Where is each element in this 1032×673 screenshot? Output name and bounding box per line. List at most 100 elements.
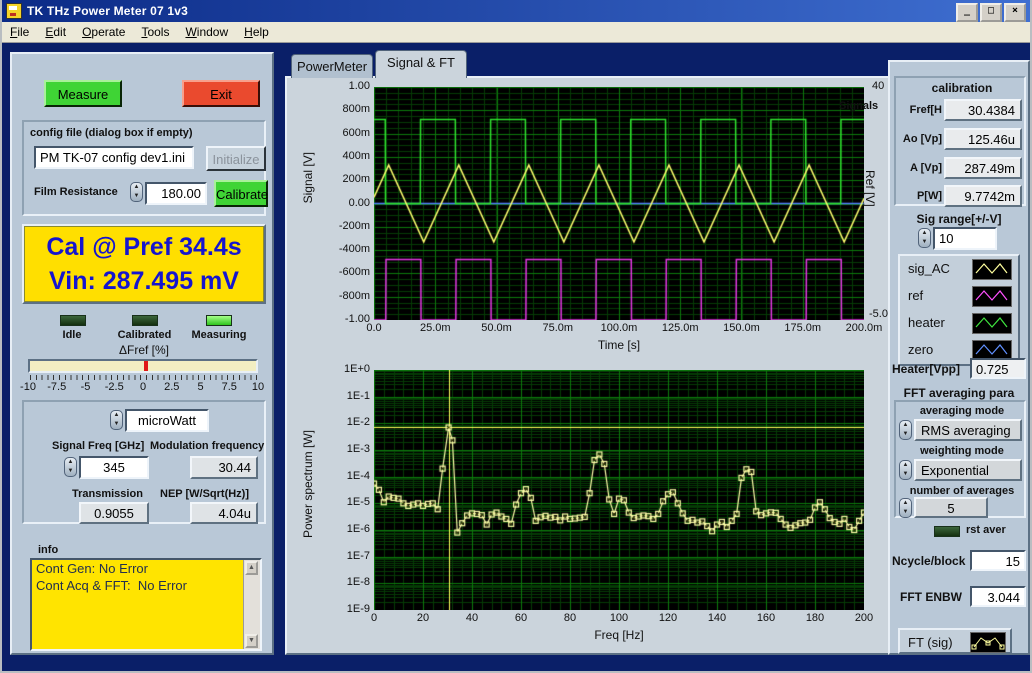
maximize-button[interactable]: □: [980, 3, 1002, 22]
config-file-input[interactable]: PM TK-07 config dev1.ini: [34, 146, 194, 169]
y-tick-label: -200m: [317, 220, 370, 232]
legend-item-label: sig_AC: [908, 261, 950, 276]
x-tick-label: 100.0m: [589, 322, 649, 334]
scroll-up-icon[interactable]: ▲: [245, 561, 258, 575]
menu-item-edit[interactable]: Edit: [37, 23, 74, 41]
sig-range-stepper[interactable]: ▲▼: [918, 228, 931, 248]
menu-item-operate[interactable]: Operate: [74, 23, 133, 41]
y-tick-label: -600m: [317, 266, 370, 278]
a-label: A [Vp]: [898, 162, 942, 174]
initialize-button[interactable]: Initialize: [206, 146, 266, 171]
ncycle-field[interactable]: 15: [970, 550, 1026, 571]
fft-enbw-label: FFT ENBW: [900, 590, 962, 604]
sig-range-field[interactable]: 10: [933, 227, 997, 250]
y-tick-label: 1E-2: [317, 416, 370, 428]
app-icon: [6, 3, 22, 19]
rst-aver-led-button[interactable]: [934, 526, 960, 537]
menu-bar: FileEditOperateToolsWindowHelp: [2, 22, 1030, 43]
spectrum-x-axis-label: Freq [Hz]: [374, 628, 864, 642]
info-textarea[interactable]: Cont Gen: No ErrorCont Acq & FFT: No Err…: [30, 558, 262, 651]
legend-item-heater[interactable]: heater: [900, 310, 1018, 337]
window-title: TK THz Power Meter 07 1v3: [27, 4, 188, 18]
a-value: 287.49m: [944, 157, 1022, 179]
y-tick-label: 1.00: [317, 80, 370, 92]
ft-sig-legend[interactable]: FT (sig): [898, 628, 1012, 654]
film-resistance-field[interactable]: 180.00: [145, 182, 207, 205]
y-tick-label: 1E+0: [317, 363, 370, 375]
y-tick-label: 1E-8: [317, 576, 370, 588]
menu-item-help[interactable]: Help: [236, 23, 277, 41]
signals-title: Signals: [839, 100, 878, 112]
x-tick-label: 75.0m: [528, 322, 588, 334]
x-tick-label: 125.0m: [650, 322, 710, 334]
fref-value: 30.4384: [944, 99, 1022, 121]
menu-item-tools[interactable]: Tools: [133, 23, 177, 41]
dfref-slider-label: ΔFref [%]: [12, 343, 276, 357]
legend-item-ref[interactable]: ref: [900, 283, 1018, 310]
x-tick-label: 200: [834, 612, 894, 624]
legend-item-label: zero: [908, 342, 933, 357]
dfref-slider-pointer[interactable]: [144, 361, 148, 371]
film-resistance-stepper[interactable]: ▲▼: [130, 182, 143, 202]
y-tick-label: 1E-5: [317, 496, 370, 508]
idle-label: Idle: [42, 329, 102, 341]
scroll-down-icon[interactable]: ▼: [245, 634, 258, 648]
x-tick-label: 150.0m: [712, 322, 772, 334]
legend-item-chip: [972, 286, 1012, 307]
dfref-slider-track[interactable]: [28, 359, 258, 373]
y-tick-label: 800m: [317, 103, 370, 115]
waveform-icon: [971, 633, 1005, 652]
ref-axis-label: Ref [V]: [863, 170, 877, 207]
calibrated-led: [132, 315, 158, 326]
x-tick-label: 0.0: [344, 322, 404, 334]
y-tick-label: 1E-6: [317, 523, 370, 535]
left-control-panel: Measure Exit config file (dialog box if …: [10, 52, 274, 655]
legend-item-sig_AC[interactable]: sig_AC: [900, 256, 1018, 283]
unit-stepper[interactable]: ▲▼: [110, 410, 123, 430]
signal-freq-stepper[interactable]: ▲▼: [64, 457, 77, 477]
menu-item-window[interactable]: Window: [177, 23, 236, 41]
close-button[interactable]: ×: [1004, 3, 1026, 22]
heater-vpp-field[interactable]: 0.725: [970, 358, 1026, 379]
fref-label: Fref[H: [898, 104, 942, 116]
y-tick-label: 1E-1: [317, 390, 370, 402]
tab-signal-ft[interactable]: Signal & FT: [375, 50, 467, 78]
weighting-mode-label: weighting mode: [896, 445, 1028, 457]
config-group: config file (dialog box if empty) PM TK-…: [22, 120, 266, 216]
num-averages-stepper[interactable]: ▲▼: [899, 498, 912, 518]
graph-tab-page: PowerMeter Signal & FT Signal [V] 1.0080…: [285, 76, 910, 655]
signal-freq-field[interactable]: 345: [79, 456, 149, 479]
ncycle-label: Ncycle/block: [892, 554, 965, 568]
transmission-label: Transmission: [72, 488, 143, 500]
signals-y-axis-label: Signal [V]: [301, 152, 315, 203]
right-axis-min: -5.0: [869, 308, 888, 320]
fft-enbw-field: 3.044: [970, 586, 1026, 607]
menu-item-file[interactable]: File: [2, 23, 37, 41]
calibrated-label: Calibrated: [107, 329, 182, 341]
info-label: info: [38, 544, 58, 556]
weighting-mode-stepper[interactable]: ▲▼: [899, 460, 912, 480]
num-averages-field[interactable]: 5: [914, 497, 988, 518]
fft-averaging-header: FFT averaging para: [890, 386, 1028, 400]
minimize-button[interactable]: _: [956, 3, 978, 22]
measure-button[interactable]: Measure: [44, 80, 122, 107]
tab-powermeter[interactable]: PowerMeter: [291, 54, 373, 78]
readings-group: ▲▼ microWatt Signal Freq [GHz] Modulatio…: [22, 400, 266, 524]
waveform-icon: [973, 314, 1009, 331]
info-lines: Cont Gen: No ErrorCont Acq & FFT: No Err…: [32, 560, 260, 594]
ft-sig-chip: [970, 632, 1006, 653]
calibrate-button[interactable]: Calibrate: [214, 180, 268, 207]
ft-sig-label: FT (sig): [908, 635, 953, 650]
exit-button[interactable]: Exit: [182, 80, 260, 107]
y-tick-label: 400m: [317, 150, 370, 162]
y-tick-label: -800m: [317, 290, 370, 302]
app-window: TK THz Power Meter 07 1v3 _ □ × FileEdit…: [0, 0, 1032, 673]
weighting-mode-select[interactable]: Exponential: [914, 459, 1022, 481]
num-averages-label: number of averages: [896, 485, 1028, 497]
measuring-label: Measuring: [184, 329, 254, 341]
unit-select[interactable]: microWatt: [125, 409, 209, 432]
info-scrollbar[interactable]: ▲ ▼: [243, 560, 260, 649]
averaging-mode-stepper[interactable]: ▲▼: [899, 420, 912, 440]
y-tick-label: 0.00: [317, 197, 370, 209]
averaging-mode-select[interactable]: RMS averaging: [914, 419, 1022, 441]
